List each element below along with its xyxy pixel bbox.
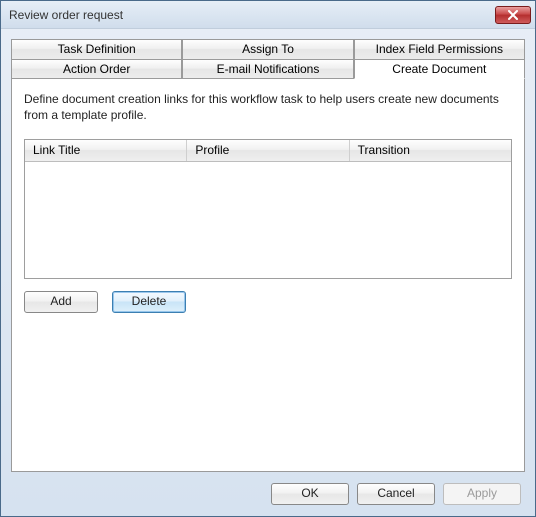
tab-create-document[interactable]: Create Document <box>354 59 525 79</box>
grid-col-transition[interactable]: Transition <box>350 140 511 161</box>
panel-description: Define document creation links for this … <box>24 91 512 123</box>
tab-strip: Task Definition Assign To Index Field Pe… <box>11 39 525 79</box>
dialog-window: Review order request Task Definition Ass… <box>0 0 536 517</box>
tab-task-definition[interactable]: Task Definition <box>11 39 182 59</box>
close-icon <box>508 10 518 20</box>
content-area: Task Definition Assign To Index Field Pe… <box>1 29 535 472</box>
grid-col-link-title[interactable]: Link Title <box>25 140 187 161</box>
grid-buttons: Add Delete <box>24 291 512 313</box>
window-title: Review order request <box>9 8 495 22</box>
links-grid[interactable]: Link Title Profile Transition <box>24 139 512 279</box>
tab-email-notifications[interactable]: E-mail Notifications <box>182 59 353 79</box>
tab-row-upper: Task Definition Assign To Index Field Pe… <box>11 39 525 59</box>
grid-header: Link Title Profile Transition <box>25 140 511 162</box>
tab-action-order[interactable]: Action Order <box>11 59 182 79</box>
titlebar: Review order request <box>1 1 535 29</box>
grid-col-profile[interactable]: Profile <box>187 140 349 161</box>
add-button[interactable]: Add <box>24 291 98 313</box>
close-button[interactable] <box>495 6 531 24</box>
tab-row-lower: Action Order E-mail Notifications Create… <box>11 59 525 79</box>
dialog-footer: OK Cancel Apply <box>1 472 535 516</box>
apply-button: Apply <box>443 483 521 505</box>
grid-body[interactable] <box>25 162 511 278</box>
cancel-button[interactable]: Cancel <box>357 483 435 505</box>
tab-panel-create-document: Define document creation links for this … <box>11 78 525 472</box>
delete-button[interactable]: Delete <box>112 291 186 313</box>
tab-index-field-permissions[interactable]: Index Field Permissions <box>354 39 525 59</box>
ok-button[interactable]: OK <box>271 483 349 505</box>
tab-assign-to[interactable]: Assign To <box>182 39 353 59</box>
